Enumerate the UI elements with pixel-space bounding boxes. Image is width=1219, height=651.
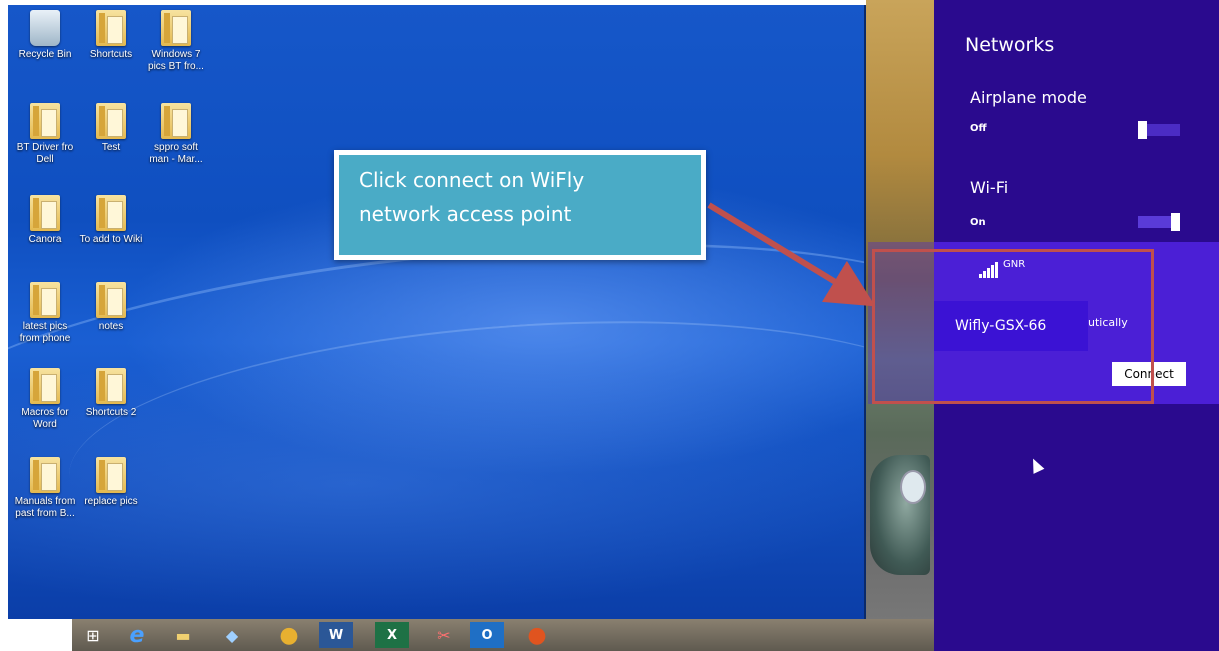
- annotation-arrow: [707, 202, 876, 307]
- arrow-line: [707, 202, 876, 307]
